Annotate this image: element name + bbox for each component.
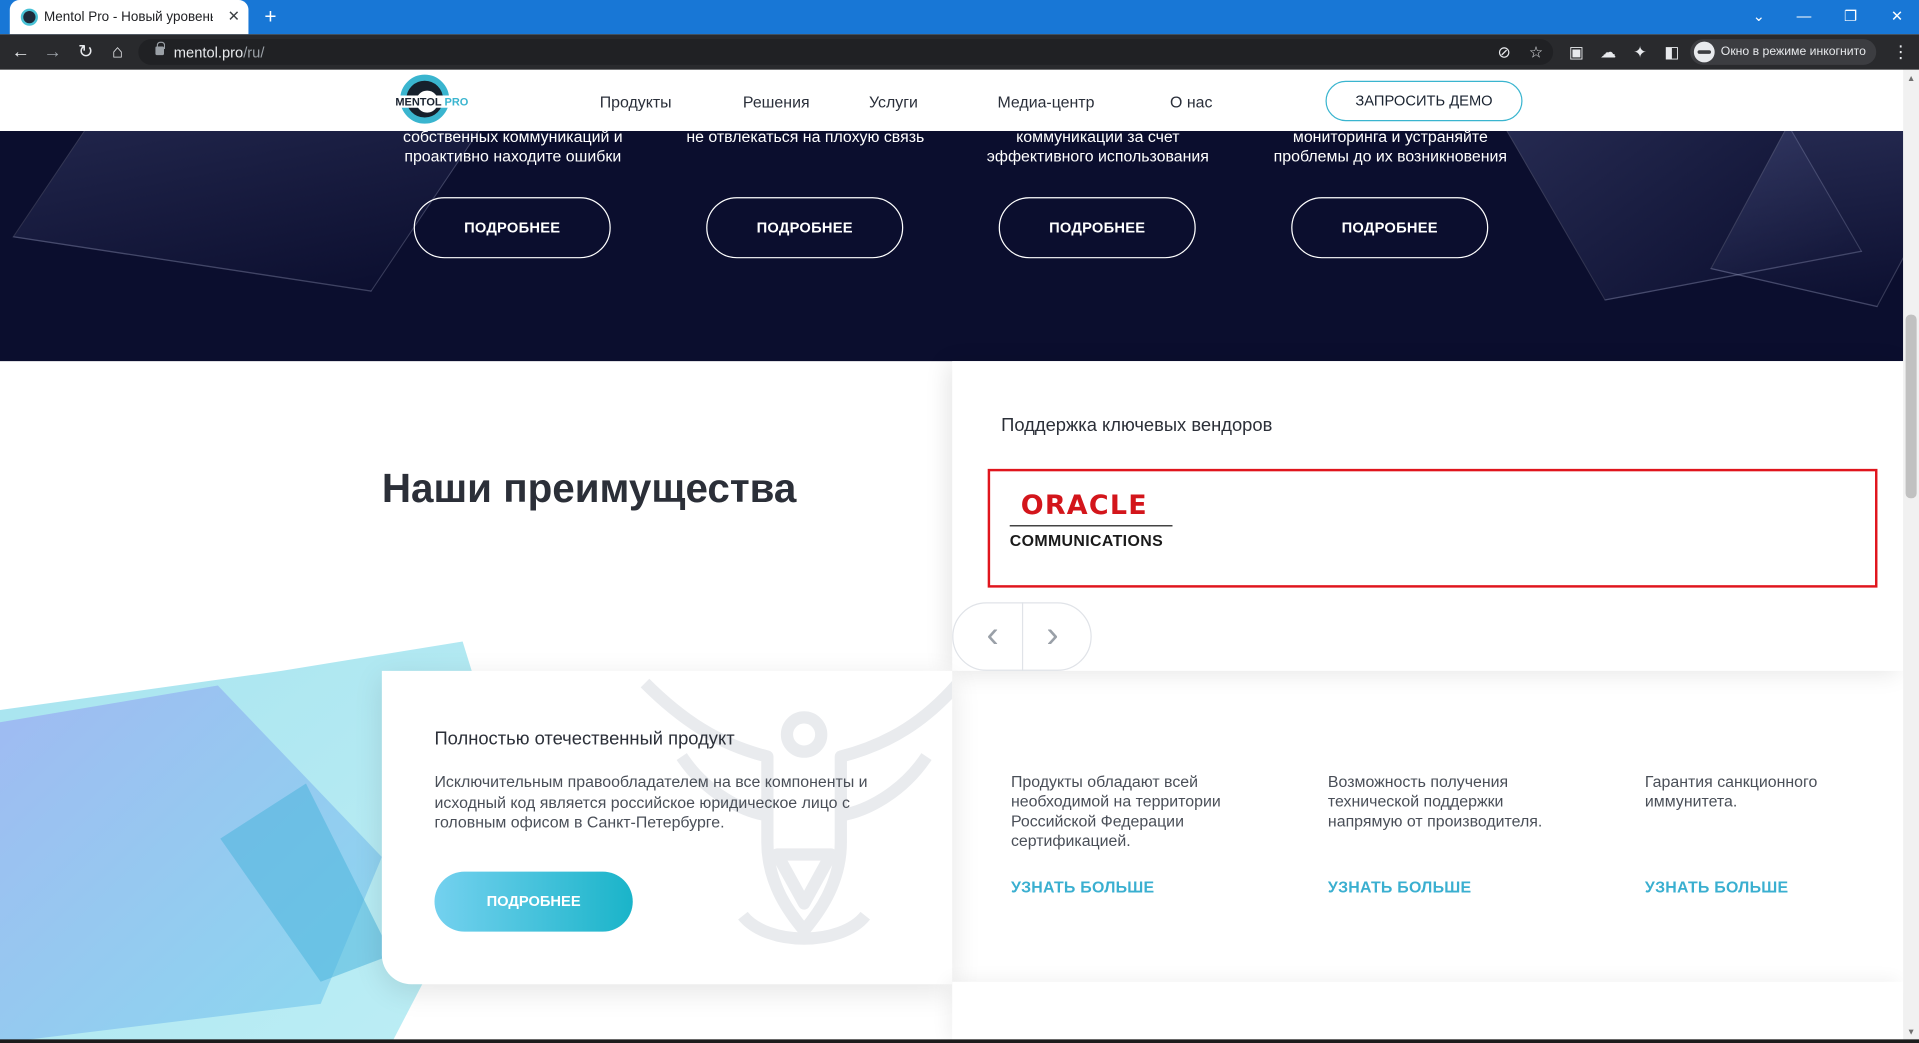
window-bottom-edge xyxy=(0,1039,1919,1043)
product-more-button[interactable]: ПОДРОБНЕЕ xyxy=(434,871,633,932)
request-demo-button[interactable]: ЗАПРОСИТЬ ДЕМО xyxy=(1325,80,1523,122)
browser-tab[interactable]: Mentol Pro - Новый уровень на ✕ xyxy=(9,0,249,35)
incognito-label: Окно в режиме инкогнито xyxy=(1720,45,1866,59)
tab-search-icon[interactable]: ⌄ xyxy=(1747,5,1771,27)
advantages-title: Наши преимущества xyxy=(381,465,797,511)
minimize-icon[interactable]: — xyxy=(1792,5,1816,27)
puzzle-icon[interactable]: ✦ xyxy=(1630,43,1650,63)
learn-more-link[interactable]: УЗНАТЬ БОЛЬШЕ xyxy=(1645,878,1788,896)
carousel-divider xyxy=(1021,602,1024,671)
vendor-title: Поддержка ключевых вендоров xyxy=(1001,415,1273,436)
hero-more-button[interactable]: ПОДРОБНЕЕ xyxy=(413,197,611,259)
oracle-logo-subtitle: COMMUNICATIONS xyxy=(1009,531,1164,550)
back-icon[interactable]: ← xyxy=(10,42,32,64)
incognito-icon xyxy=(1693,41,1715,63)
forward-icon[interactable]: → xyxy=(42,42,64,64)
eye-off-icon[interactable]: ⊘ xyxy=(1494,43,1514,63)
scrollbar-track[interactable] xyxy=(1903,69,1919,1043)
new-tab-icon[interactable]: + xyxy=(259,6,281,28)
feature-text: Гарантия санкционного иммунитета. xyxy=(1644,772,1818,811)
menu-dots-icon[interactable]: ⋮ xyxy=(1892,40,1909,62)
logo-text[interactable]: MENTOL PRO xyxy=(394,95,470,108)
url-text[interactable]: mentol.pro/ru/ xyxy=(174,44,265,61)
nav-products[interactable]: Продукты xyxy=(600,93,672,111)
scroll-down-icon[interactable]: ▼ xyxy=(1906,1027,1917,1038)
chevron-right-icon[interactable]: › xyxy=(1035,616,1069,656)
vendor-logo-highlight xyxy=(987,468,1878,588)
tab-title: Mentol Pro - Новый уровень на xyxy=(44,9,213,25)
scrollbar-thumb[interactable] xyxy=(1905,314,1917,499)
window-close-icon[interactable]: ✕ xyxy=(1885,5,1909,27)
scroll-up-icon[interactable]: ▲ xyxy=(1906,73,1917,84)
hero-column-text: мониторинга и устраняйте проблемы до их … xyxy=(1273,127,1508,166)
hero-more-button[interactable]: ПОДРОБНЕЕ xyxy=(998,197,1196,259)
site-favicon-icon xyxy=(20,8,38,26)
nav-solutions[interactable]: Решения xyxy=(743,93,810,111)
hero-more-button[interactable]: ПОДРОБНЕЕ xyxy=(706,197,904,259)
nav-about[interactable]: О нас xyxy=(1170,93,1212,111)
bookmark-star-icon[interactable]: ☆ xyxy=(1526,43,1546,63)
side-panel-icon[interactable]: ◧ xyxy=(1662,43,1682,63)
lock-icon[interactable] xyxy=(155,41,166,56)
hero-more-button[interactable]: ПОДРОБНЕЕ xyxy=(1291,197,1489,259)
nav-services[interactable]: Услуги xyxy=(869,93,918,111)
feature-text: Продукты обладают всей необходимой на те… xyxy=(1010,772,1221,850)
cloud-extension-icon[interactable]: ☁ xyxy=(1598,43,1618,63)
address-bar[interactable] xyxy=(138,39,1554,65)
next-section-card xyxy=(952,981,1904,1043)
product-card-text: Исключительным правообладателем на все к… xyxy=(434,772,868,832)
oracle-logo-word: ORACLE xyxy=(1020,490,1148,522)
hero-section xyxy=(0,130,1904,362)
hero-column-text: собственных коммуникаций и проактивно на… xyxy=(402,127,623,166)
site-header xyxy=(0,69,1904,131)
nav-media-center[interactable]: Медиа-центр xyxy=(997,93,1094,111)
restore-icon[interactable]: ❐ xyxy=(1838,5,1862,27)
tab-strip xyxy=(0,0,1919,35)
learn-more-link[interactable]: УЗНАТЬ БОЛЬШЕ xyxy=(1328,878,1471,896)
product-card-title: Полностью отечественный продукт xyxy=(434,728,735,750)
home-icon[interactable]: ⌂ xyxy=(106,42,128,64)
extension-icon[interactable]: ▣ xyxy=(1567,43,1587,63)
screen: Mentol Pro - Новый уровень на ✕ + ⌄ — ❐ … xyxy=(0,0,1919,1043)
oracle-logo-divider xyxy=(1009,525,1173,527)
reload-icon[interactable]: ↻ xyxy=(75,42,97,64)
close-icon[interactable]: ✕ xyxy=(225,7,242,24)
chevron-left-icon[interactable]: ‹ xyxy=(975,616,1009,656)
hero-column-text: коммуникации за счет эффективного исполь… xyxy=(986,127,1209,166)
learn-more-link[interactable]: УЗНАТЬ БОЛЬШЕ xyxy=(1011,878,1154,896)
feature-text: Возможность получения технической поддер… xyxy=(1327,772,1543,831)
